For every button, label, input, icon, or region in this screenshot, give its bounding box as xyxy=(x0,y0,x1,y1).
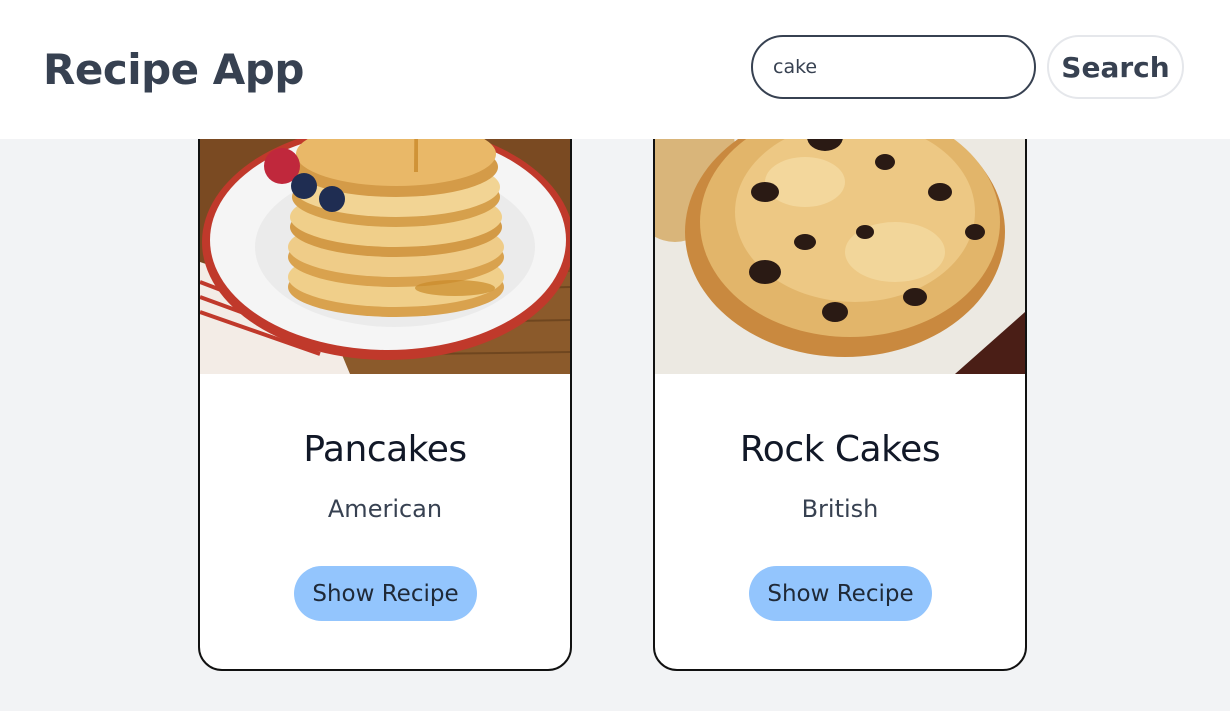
recipe-title: Pancakes xyxy=(303,429,467,470)
recipe-cuisine: British xyxy=(801,495,879,523)
recipe-card: Pancakes American Show Recipe xyxy=(198,60,572,671)
recipe-cuisine: American xyxy=(327,495,443,523)
show-recipe-button[interactable]: Show Recipe xyxy=(749,566,932,621)
search-input[interactable] xyxy=(751,35,1036,99)
app-header: Recipe App Search xyxy=(0,0,1230,139)
recipe-card: Rock Cakes British Show Recipe xyxy=(653,60,1027,671)
show-recipe-button[interactable]: Show Recipe xyxy=(294,566,477,621)
search-button[interactable]: Search xyxy=(1047,35,1184,99)
app-title: Recipe App xyxy=(43,45,304,94)
recipe-title: Rock Cakes xyxy=(739,429,941,470)
